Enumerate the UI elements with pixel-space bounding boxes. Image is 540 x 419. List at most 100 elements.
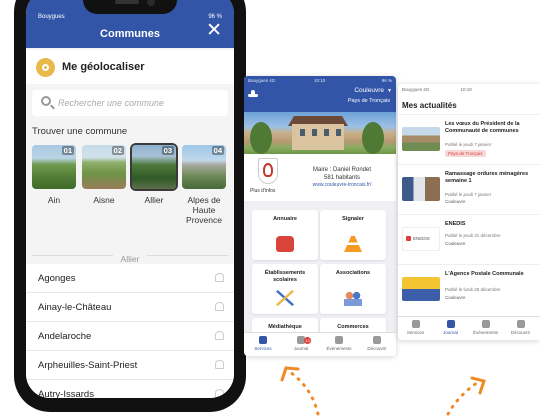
home-header: Bouygues 4G 10:10 96 % Couleuvre ▼ Pays … bbox=[244, 76, 396, 112]
news-title: Les vœux du Président de la Communauté d… bbox=[445, 121, 520, 134]
service-label: Signaler bbox=[342, 216, 364, 222]
location-icon bbox=[36, 58, 55, 77]
bell-icon[interactable] bbox=[215, 273, 224, 282]
department-name: Aisne bbox=[93, 195, 115, 205]
bell-icon[interactable] bbox=[215, 302, 224, 311]
department-tile-aisne[interactable]: 02 Aisne bbox=[82, 145, 126, 205]
tab-journal[interactable]: Journal bbox=[433, 320, 468, 335]
service-signaler[interactable]: Signaler bbox=[320, 210, 386, 260]
camera bbox=[147, 0, 155, 6]
news-thumbnail: ENEDIS bbox=[402, 227, 440, 251]
department-tile-alpes[interactable]: 04 Alpes de Haute Provence bbox=[182, 145, 226, 226]
status-bar: Bouygues 4G 10:10 bbox=[402, 87, 540, 92]
news-item[interactable]: Les vœux du Président de la Communauté d… bbox=[398, 114, 540, 164]
commune-selector[interactable]: Couleuvre bbox=[354, 87, 384, 94]
close-icon[interactable]: ✕ bbox=[206, 21, 222, 40]
app-logo-icon bbox=[248, 90, 260, 98]
department-name: Ain bbox=[47, 195, 61, 205]
service-label: Commerces bbox=[337, 324, 369, 330]
pays-label: Pays de Tronçais bbox=[347, 98, 390, 104]
department-number: 03 bbox=[161, 146, 174, 155]
department-photo: 01 bbox=[32, 145, 76, 189]
inhabitants-count: 581 habitants bbox=[323, 175, 361, 182]
geolocate-label: Me géolocaliser bbox=[62, 61, 145, 73]
commune-name: Autry-Issards bbox=[38, 389, 94, 398]
list-item[interactable]: Agonges bbox=[26, 264, 234, 293]
geolocate-button[interactable]: Me géolocaliser bbox=[26, 50, 234, 84]
service-label: Établissements scolaires bbox=[264, 270, 306, 283]
tab-evenements[interactable]: Événements bbox=[320, 336, 358, 351]
bell-icon[interactable] bbox=[215, 389, 224, 398]
news-date: Publié le jeudi 7 janvier bbox=[445, 192, 492, 197]
news-source: Couleuvre bbox=[445, 199, 466, 204]
department-name: Allier bbox=[144, 195, 164, 205]
people-icon bbox=[344, 290, 362, 306]
journal-icon bbox=[446, 320, 455, 328]
phone-icon bbox=[276, 236, 294, 252]
department-photo: 02 bbox=[82, 145, 126, 189]
bottom-tab-bar: Services 12 Journal Événements Découvrir bbox=[244, 332, 396, 356]
mayor-info: Maire : Daniel Rondet 581 habitants www.… bbox=[292, 166, 392, 189]
tab-journal[interactable]: 12 Journal bbox=[282, 336, 320, 351]
service-label: Associations bbox=[335, 270, 371, 276]
commune-name: Agonges bbox=[38, 273, 76, 284]
search-input[interactable] bbox=[58, 95, 223, 111]
service-label: Médiathèque bbox=[268, 324, 302, 330]
tab-services[interactable]: Services bbox=[244, 336, 282, 351]
commune-home-screen: Bouygues 4G 10:10 96 % Couleuvre ▼ Pays … bbox=[244, 76, 396, 356]
carrier-label: Bouygues 4G bbox=[402, 87, 430, 92]
news-item[interactable]: Ramassage ordures ménagères semaine 1 Pu… bbox=[398, 164, 540, 214]
mayor-name: Maire : Daniel Rondet bbox=[312, 167, 372, 173]
bottom-tab-bar: Services Journal Événements Découvrir bbox=[398, 316, 540, 340]
page-title: Mes actualités bbox=[402, 101, 457, 110]
traffic-cone-icon bbox=[344, 236, 362, 252]
news-date: Publié le jeudi 31 décembre bbox=[445, 233, 501, 238]
bell-icon[interactable] bbox=[215, 331, 224, 340]
news-thumbnail bbox=[402, 127, 440, 151]
department-number: 04 bbox=[211, 146, 224, 155]
tab-label: Journal bbox=[443, 330, 458, 335]
time-label: 10:10 bbox=[314, 78, 326, 83]
news-date: Publié le lundi 28 décembre bbox=[445, 287, 501, 292]
time-label: 10:10 bbox=[460, 87, 472, 92]
tab-label: Services bbox=[254, 346, 272, 351]
news-item[interactable]: L'Agence Postale Communale Publié le lun… bbox=[398, 264, 540, 314]
news-date: Publié le jeudi 7 janvier bbox=[445, 142, 492, 147]
service-etablissements[interactable]: Établissements scolaires bbox=[252, 264, 318, 314]
carrier-label: Bouygues bbox=[38, 14, 65, 20]
department-tile-ain[interactable]: 01 Ain bbox=[32, 145, 76, 205]
news-source: Couleuvre bbox=[445, 241, 466, 246]
chevron-down-icon[interactable]: ▼ bbox=[387, 88, 392, 94]
bell-icon[interactable] bbox=[215, 360, 224, 369]
commune-info: Plus d'infos Maire : Daniel Rondet 581 h… bbox=[244, 154, 396, 202]
department-photo: 04 bbox=[182, 145, 226, 189]
calendar-icon bbox=[481, 320, 490, 328]
list-item[interactable]: Ainay-le-Château bbox=[26, 293, 234, 322]
department-photo: 03 bbox=[132, 145, 176, 189]
tab-decouvrir[interactable]: Découvrir bbox=[358, 336, 396, 351]
service-label: Annuaire bbox=[273, 216, 297, 222]
service-associations[interactable]: Associations bbox=[320, 264, 386, 314]
calendar-icon bbox=[335, 336, 343, 344]
department-number: 01 bbox=[61, 146, 74, 155]
website-link[interactable]: www.couleuvre-troncais.fr/ bbox=[292, 182, 392, 189]
tab-decouvrir[interactable]: Découvrir bbox=[503, 320, 538, 335]
commune-list: Agonges Ainay-le-Château Andelaroche Arp… bbox=[26, 264, 234, 398]
tab-label: Services bbox=[406, 330, 425, 335]
coat-of-arms-icon bbox=[258, 158, 278, 184]
news-source: Couleuvre bbox=[445, 295, 466, 300]
tab-evenements[interactable]: Événements bbox=[468, 320, 503, 335]
service-annuaire[interactable]: Annuaire bbox=[252, 210, 318, 260]
selected-department-label: Allier bbox=[112, 254, 148, 264]
page-title: Communes bbox=[100, 28, 160, 40]
department-tiles: 01 Ain 02 Aisne 03 Allier 04 Alpes de Ha… bbox=[32, 145, 234, 235]
news-thumbnail bbox=[402, 177, 440, 201]
department-tile-allier[interactable]: 03 Allier bbox=[132, 145, 176, 205]
tab-services[interactable]: Services bbox=[398, 320, 433, 335]
list-item[interactable]: Arpheuilles-Saint-Priest bbox=[26, 351, 234, 380]
news-item[interactable]: ENEDIS ENEDIS Publié le jeudi 31 décembr… bbox=[398, 214, 540, 264]
more-info-link[interactable]: Plus d'infos bbox=[250, 188, 275, 194]
list-item[interactable]: Andelaroche bbox=[26, 322, 234, 351]
list-item[interactable]: Autry-Issards bbox=[26, 380, 234, 398]
notification-badge: 12 bbox=[304, 337, 311, 344]
